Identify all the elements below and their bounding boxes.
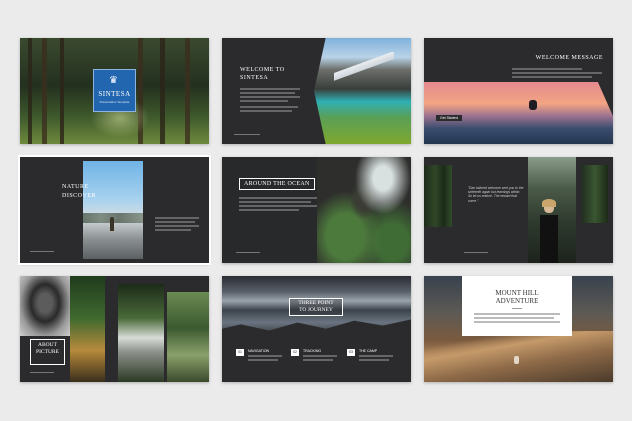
text-line bbox=[303, 359, 333, 361]
welcome-message-title: WELCOME MESSAGE bbox=[535, 55, 603, 61]
surf-image bbox=[424, 82, 613, 144]
slide-ocean[interactable]: AROUND THE OCEAN bbox=[222, 157, 411, 263]
waterfall-image-3 bbox=[167, 292, 209, 382]
forest-strip-left bbox=[424, 165, 452, 227]
slide-nature[interactable]: NATURE DISCOVER bbox=[20, 157, 209, 263]
slide-footer bbox=[234, 134, 260, 135]
mount-title-line1: MOUNT HILL bbox=[495, 289, 539, 297]
text-line bbox=[240, 100, 288, 102]
text-line bbox=[512, 76, 592, 78]
waterfall-image-2 bbox=[118, 284, 164, 382]
cover-title: SINTESA bbox=[98, 90, 131, 98]
journey-title-line2: TO JOURNEY bbox=[299, 307, 333, 313]
hiker-figure bbox=[514, 356, 519, 364]
text-line bbox=[240, 96, 300, 98]
slide-footer bbox=[30, 251, 54, 252]
slide-welcome-message[interactable]: WELCOME MESSAGE Get Started bbox=[424, 38, 613, 144]
slide-journey[interactable]: THREE POINT TO JOURNEY 01 NAVIGATION 02 … bbox=[222, 276, 411, 382]
text-line bbox=[248, 355, 282, 357]
text-line bbox=[155, 217, 199, 219]
text-line bbox=[474, 317, 554, 319]
about-title-box: ABOUT PICTURE bbox=[30, 339, 65, 365]
quote-text: "Dan tailored welcome sent you to the si… bbox=[468, 186, 524, 203]
nature-image bbox=[83, 161, 143, 259]
welcome-title-line2: SINTESA bbox=[240, 75, 269, 81]
text-line bbox=[240, 88, 300, 90]
about-title-line2: PICTURE bbox=[36, 349, 59, 355]
point-label-2: TRACKING bbox=[303, 349, 322, 353]
slide-quote[interactable]: "Dan tailored welcome sent you to the si… bbox=[424, 157, 613, 263]
text-line bbox=[239, 209, 299, 211]
ocean-aerial-image bbox=[317, 157, 411, 263]
nature-title-line1: NATURE bbox=[62, 184, 89, 190]
mountain-lake-image bbox=[314, 38, 411, 144]
text-line bbox=[512, 72, 602, 74]
journey-title-box: THREE POINT TO JOURNEY bbox=[289, 298, 343, 316]
text-line bbox=[512, 68, 582, 70]
journey-title-line1: THREE POINT bbox=[298, 300, 334, 306]
text-line bbox=[239, 197, 317, 199]
crown-icon: ♛ bbox=[109, 75, 118, 86]
ocean-title-box: AROUND THE OCEAN bbox=[239, 178, 315, 190]
text-line bbox=[155, 221, 195, 223]
point-number-1: 01 bbox=[236, 349, 244, 356]
point-number-2: 02 bbox=[291, 349, 299, 356]
slide-welcome[interactable]: WELCOME TO SINTESA bbox=[222, 38, 411, 144]
title-underline bbox=[512, 308, 522, 309]
waterfall-image-1 bbox=[70, 276, 105, 382]
slide-footer bbox=[464, 252, 488, 253]
nature-title-line2: DISCOVER bbox=[62, 193, 97, 199]
text-line bbox=[240, 92, 295, 94]
text-line bbox=[359, 359, 389, 361]
slide-cover[interactable]: ♛ SINTESA Presentation Template bbox=[20, 38, 209, 144]
cover-logo-box: ♛ SINTESA Presentation Template bbox=[93, 69, 136, 112]
slide-about[interactable]: ABOUT PICTURE bbox=[20, 276, 209, 382]
point-label-1: NAVIGATION bbox=[248, 349, 270, 353]
text-line bbox=[239, 205, 317, 207]
portrait-mask-image bbox=[20, 276, 70, 336]
slide-mount[interactable]: MOUNT HILL ADVENTURE bbox=[424, 276, 613, 382]
slide-footer bbox=[236, 252, 260, 253]
cover-subtitle: Presentation Template bbox=[99, 100, 130, 104]
slide-footer bbox=[30, 372, 54, 373]
welcome-title-line1: WELCOME TO bbox=[240, 67, 285, 73]
text-line bbox=[474, 313, 560, 315]
about-title-line1: ABOUT bbox=[38, 342, 57, 348]
text-line bbox=[239, 201, 311, 203]
hiker-figure bbox=[110, 217, 114, 231]
text-line bbox=[155, 229, 191, 231]
text-line bbox=[240, 110, 292, 112]
forest-strip-right bbox=[582, 165, 608, 223]
point-number-3: 03 bbox=[347, 349, 355, 356]
point-label-3: THE CAMP bbox=[359, 349, 378, 353]
mount-title-line2: ADVENTURE bbox=[495, 297, 539, 305]
text-line bbox=[155, 225, 199, 227]
text-line bbox=[248, 359, 278, 361]
text-line bbox=[474, 321, 560, 323]
text-line bbox=[359, 355, 393, 357]
text-line bbox=[240, 106, 298, 108]
portrait-image bbox=[528, 157, 576, 263]
get-started-button[interactable]: Get Started bbox=[436, 115, 462, 121]
text-line bbox=[303, 355, 337, 357]
mount-title-card: MOUNT HILL ADVENTURE bbox=[462, 276, 572, 336]
